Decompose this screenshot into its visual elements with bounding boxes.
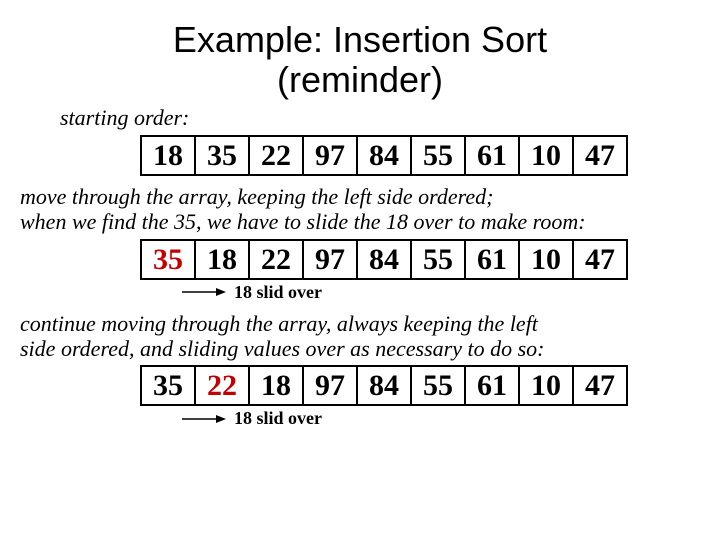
array-cell: 61: [465, 240, 519, 279]
caption-starting-order: starting order:: [60, 105, 700, 131]
slid-note-3: 18 slid over: [180, 408, 700, 429]
array-cell: 18: [141, 136, 195, 175]
title-line-2: (reminder): [277, 59, 443, 100]
array-cell: 61: [465, 366, 519, 405]
arrow-icon: [180, 285, 226, 299]
desc-2: continue moving through the array, alway…: [20, 311, 700, 362]
desc-1-line-b: when we find the 35, we have to slide th…: [20, 209, 586, 234]
array-cell: 55: [411, 366, 465, 405]
array-cell: 22: [249, 136, 303, 175]
desc-2-line-a: continue moving through the array, alway…: [20, 311, 538, 336]
array-cell: 47: [573, 366, 627, 405]
array-cell: 84: [357, 136, 411, 175]
array-cell: 18: [249, 366, 303, 405]
array-cell: 35: [195, 136, 249, 175]
array-cell: 61: [465, 136, 519, 175]
array-2-wrap: 351822978455611047: [140, 239, 700, 280]
desc-2-line-b: side ordered, and sliding values over as…: [20, 336, 544, 361]
array-2: 351822978455611047: [140, 239, 628, 280]
desc-1-line-a: move through the array, keeping the left…: [20, 184, 494, 209]
array-cell: 97: [303, 366, 357, 405]
slid-note-2-text: 18 slid over: [234, 282, 322, 303]
array-cell: 22: [249, 240, 303, 279]
array-cell: 18: [195, 240, 249, 279]
array-cell: 55: [411, 240, 465, 279]
desc-1: move through the array, keeping the left…: [20, 184, 700, 235]
array-cell: 22: [195, 366, 249, 405]
array-3: 352218978455611047: [140, 365, 628, 406]
array-cell: 97: [303, 136, 357, 175]
page-title: Example: Insertion Sort (reminder): [20, 20, 700, 99]
array-cell: 35: [141, 240, 195, 279]
arrow-icon: [180, 412, 226, 426]
array-cell: 84: [357, 366, 411, 405]
slid-note-2: 18 slid over: [180, 282, 700, 303]
title-line-1: Example: Insertion Sort: [173, 19, 547, 60]
array-cell: 97: [303, 240, 357, 279]
array-cell: 10: [519, 136, 573, 175]
array-1-wrap: 183522978455611047: [140, 135, 700, 176]
array-cell: 55: [411, 136, 465, 175]
array-cell: 10: [519, 240, 573, 279]
array-cell: 10: [519, 366, 573, 405]
array-cell: 35: [141, 366, 195, 405]
slid-note-3-text: 18 slid over: [234, 408, 322, 429]
array-3-wrap: 352218978455611047: [140, 365, 700, 406]
array-cell: 47: [573, 240, 627, 279]
array-1: 183522978455611047: [140, 135, 628, 176]
array-cell: 84: [357, 240, 411, 279]
array-cell: 47: [573, 136, 627, 175]
